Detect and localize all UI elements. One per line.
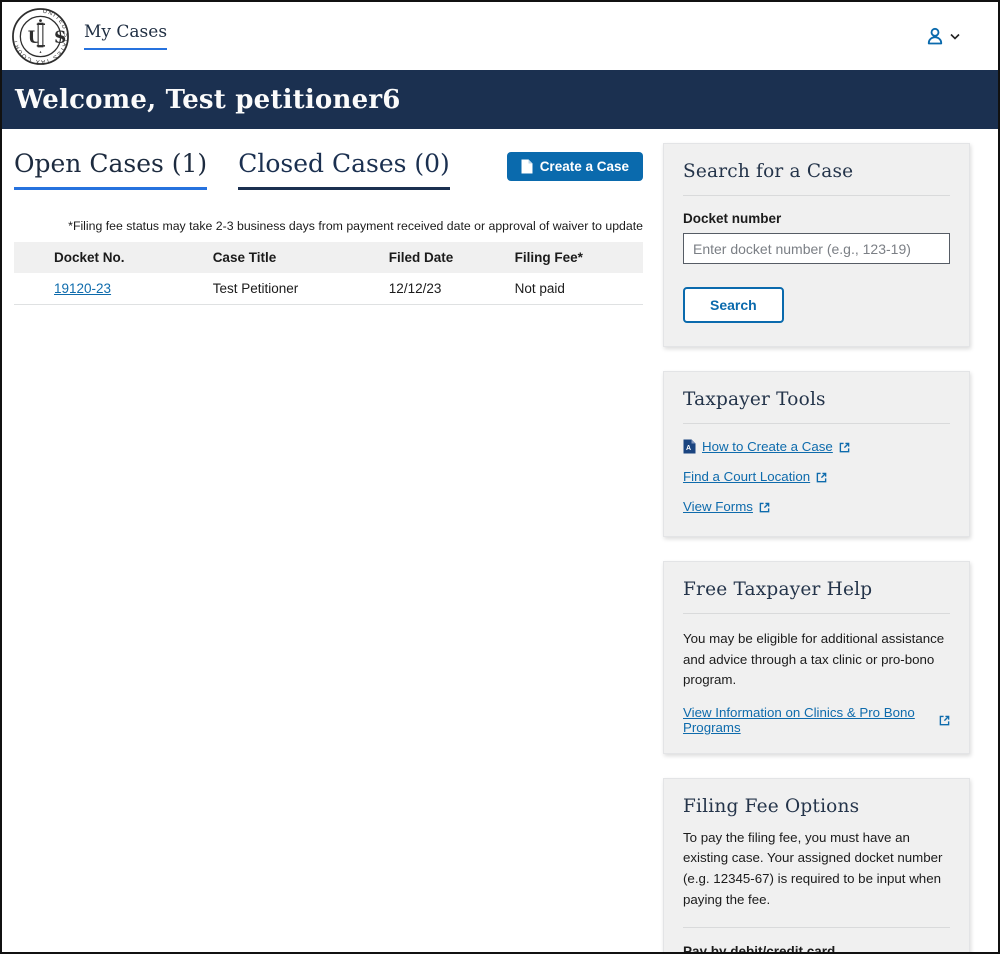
us-tax-court-seal-icon: UNITED STATES TAX COURT US [11, 7, 70, 66]
file-icon [521, 159, 533, 174]
pdf-file-icon: A [683, 439, 696, 454]
divider [683, 423, 950, 424]
cell-filed-date: 12/12/23 [379, 273, 505, 305]
user-account-icon [924, 25, 946, 47]
welcome-heading: Welcome, Test petitioner6 [15, 85, 401, 115]
view-forms-link[interactable]: View Forms [683, 499, 753, 514]
external-link-icon [839, 442, 850, 453]
how-to-create-case-link[interactable]: How to Create a Case [702, 439, 833, 454]
welcome-banner: Welcome, Test petitioner6 [2, 70, 998, 129]
taxpayer-tools-card: Taxpayer Tools A How to Create a Case [663, 371, 970, 537]
open-cases-table: Docket No. Case Title Filed Date Filing … [14, 242, 643, 305]
tab-open-cases[interactable]: Open Cases (1) [14, 150, 207, 190]
column-filed-date: Filed Date [379, 242, 505, 273]
fee-card-title: Filing Fee Options [683, 796, 950, 817]
app-header: UNITED STATES TAX COURT US My Cases [2, 2, 998, 70]
tab-closed-cases[interactable]: Closed Cases (0) [238, 150, 450, 190]
find-court-location-link[interactable]: Find a Court Location [683, 469, 810, 484]
external-link-icon [939, 715, 950, 726]
external-link-icon [816, 472, 827, 483]
filing-fee-note: *Filing fee status may take 2-3 business… [14, 219, 643, 233]
divider [683, 613, 950, 614]
docket-number-label: Docket number [683, 211, 950, 226]
search-card-title: Search for a Case [683, 161, 950, 182]
create-case-button[interactable]: Create a Case [507, 152, 643, 181]
fee-card-body: To pay the filing fee, you must have an … [683, 828, 950, 910]
nav-my-cases[interactable]: My Cases [84, 22, 167, 50]
tools-card-title: Taxpayer Tools [683, 389, 950, 410]
help-card-body: You may be eligible for additional assis… [683, 629, 950, 691]
cell-case-title: Test Petitioner [203, 273, 379, 305]
cases-tabs: Open Cases (1) Closed Cases (0) Create a… [14, 150, 643, 190]
filing-fee-options-card: Filing Fee Options To pay the filing fee… [663, 778, 970, 954]
account-menu-button[interactable] [924, 25, 960, 47]
sidebar: Search for a Case Docket number Search T… [663, 143, 970, 954]
column-case-title: Case Title [203, 242, 379, 273]
docket-number-input[interactable] [683, 233, 950, 264]
docket-number-link[interactable]: 19120-23 [54, 281, 111, 296]
column-docket-no: Docket No. [14, 242, 203, 273]
column-filing-fee: Filing Fee* [505, 242, 643, 273]
svg-text:A: A [686, 445, 691, 452]
tools-link-row: View Forms [683, 499, 950, 514]
help-card-title: Free Taxpayer Help [683, 579, 950, 600]
cell-filing-fee: Not paid [505, 273, 643, 305]
tools-link-row: A How to Create a Case [683, 439, 950, 454]
divider [683, 927, 950, 928]
external-link-icon [759, 502, 770, 513]
cases-main-panel: Open Cases (1) Closed Cases (0) Create a… [14, 143, 643, 305]
search-case-card: Search for a Case Docket number Search [663, 143, 970, 347]
seal-center-letters: US [28, 26, 70, 46]
clinics-pro-bono-link[interactable]: View Information on Clinics & Pro Bono P… [683, 705, 934, 735]
pay-by-card-heading: Pay by debit/credit card [683, 944, 950, 954]
table-header-row: Docket No. Case Title Filed Date Filing … [14, 242, 643, 273]
content-area: Open Cases (1) Closed Cases (0) Create a… [2, 129, 998, 954]
create-case-label: Create a Case [540, 159, 629, 174]
free-taxpayer-help-card: Free Taxpayer Help You may be eligible f… [663, 561, 970, 754]
search-button[interactable]: Search [683, 287, 784, 323]
table-row: 19120-23 Test Petitioner 12/12/23 Not pa… [14, 273, 643, 305]
tools-link-row: Find a Court Location [683, 469, 950, 484]
divider [683, 195, 950, 196]
chevron-down-icon [950, 33, 960, 40]
page: UNITED STATES TAX COURT US My Cases We [0, 0, 1000, 954]
